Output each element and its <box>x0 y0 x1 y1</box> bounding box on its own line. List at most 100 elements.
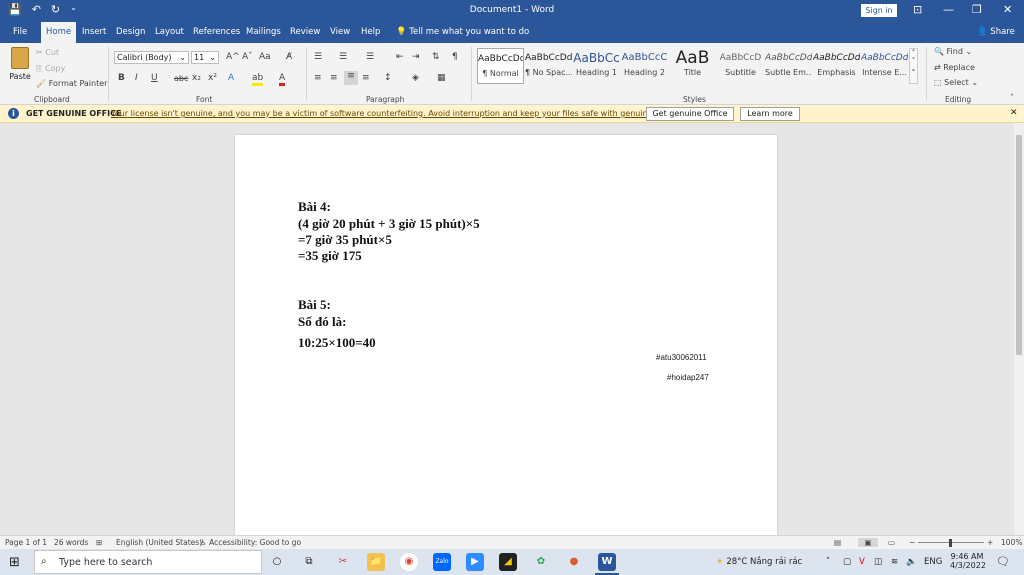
show-formatting-icon[interactable]: ¶ <box>452 52 458 62</box>
weather-widget[interactable]: ☀ 28°C Nắng rải rác <box>716 557 802 567</box>
tab-mailings[interactable]: Mailings <box>241 22 286 43</box>
windows-start-icon[interactable]: ⊞ <box>9 555 20 570</box>
format-painter-button[interactable]: 🖌 Format Painter <box>36 79 107 88</box>
styles-gallery-scroll[interactable]: ˄ ˅ ⌄ <box>909 48 918 84</box>
highlight-icon[interactable]: ab <box>252 73 264 86</box>
tab-design[interactable]: Design <box>111 22 150 43</box>
get-genuine-office-button[interactable]: Get genuine Office <box>646 107 734 121</box>
select-button[interactable]: ⬚ Select ⌄ <box>934 78 978 87</box>
style-subtitle[interactable]: AaBbCcD Subtitle <box>717 48 764 84</box>
learn-more-button[interactable]: Learn more <box>740 107 800 121</box>
wifi-icon[interactable]: ≋ <box>891 557 898 567</box>
font-color-icon[interactable]: A <box>279 73 286 86</box>
grow-font-icon[interactable]: A^ <box>226 52 240 62</box>
justify-icon[interactable]: ≡ <box>362 73 370 83</box>
cortana-icon[interactable]: ○ <box>268 553 286 571</box>
increase-indent-icon[interactable]: ⇥ <box>412 52 420 62</box>
sticky-app-icon[interactable]: ◢ <box>499 553 517 571</box>
replace-button[interactable]: ⇄ Replace <box>934 63 975 72</box>
minimize-icon[interactable]: — <box>943 3 954 16</box>
shrink-font-icon[interactable]: Aˇ <box>242 52 253 62</box>
font-size-select[interactable]: 11 ⌄ <box>191 51 219 64</box>
style-intense-emphasis[interactable]: AaBbCcDd Intense E... <box>861 48 908 84</box>
ribbon-display-icon[interactable]: ⊡ <box>913 3 922 16</box>
tray-app-icon[interactable]: ◫ <box>874 557 882 567</box>
close-icon[interactable]: ✕ <box>1003 3 1012 16</box>
copy-button[interactable]: ⎘ Copy <box>36 64 65 74</box>
restore-icon[interactable]: ❐ <box>972 3 982 16</box>
style-normal[interactable]: AaBbCcDd ¶ Normal <box>477 48 524 84</box>
zoom-level[interactable]: 100% <box>1001 538 1022 547</box>
accessibility-status[interactable]: ♿ Accessibility: Good to go <box>200 538 301 547</box>
zoom-slider-thumb[interactable] <box>949 539 952 547</box>
bullets-icon[interactable]: ☰ <box>314 52 322 62</box>
word-count[interactable]: 26 words <box>54 538 88 547</box>
coccoc-icon[interactable]: ✿ <box>532 553 550 571</box>
tab-review[interactable]: Review <box>285 22 325 43</box>
notice-message-link[interactable]: Your license isn't genuine, and you may … <box>111 109 705 118</box>
zoom-app-icon[interactable]: ▶ <box>466 553 484 571</box>
word-app-icon[interactable]: W <box>598 553 616 571</box>
shading-icon[interactable]: ◈ <box>412 73 419 83</box>
paste-button[interactable]: Paste <box>8 47 32 87</box>
style-subtle-emphasis[interactable]: AaBbCcDd Subtle Em... <box>765 48 812 84</box>
clock[interactable]: 9:46 AM 4/3/2022 <box>950 552 986 570</box>
align-left-icon[interactable]: ≡ <box>314 73 322 83</box>
text-effects-icon[interactable]: A <box>228 73 234 83</box>
clear-format-icon[interactable]: A̸ <box>286 52 292 62</box>
scrollbar-thumb[interactable] <box>1016 135 1022 355</box>
tab-view[interactable]: View <box>325 22 355 43</box>
numbering-icon[interactable]: ☰ <box>339 52 347 62</box>
italic-button[interactable]: I <box>135 73 138 83</box>
subscript-button[interactable]: x₂ <box>192 73 201 83</box>
style-emphasis[interactable]: AaBbCcDd Emphasis <box>813 48 860 84</box>
bold-button[interactable]: B <box>118 73 125 83</box>
taskbar-search-box[interactable]: ⌕ Type here to search <box>34 550 262 574</box>
web-layout-icon[interactable]: ▭ <box>888 538 895 547</box>
read-mode-icon[interactable]: ▤ <box>834 538 841 547</box>
tell-me-search[interactable]: 💡 Tell me what you want to do <box>396 22 529 43</box>
font-name-select[interactable]: Calibri (Body) ⌄ <box>114 51 189 64</box>
share-button[interactable]: 👤 Share <box>977 22 1015 43</box>
tab-help[interactable]: Help <box>356 22 385 43</box>
strikethrough-button[interactable]: abc <box>174 74 188 83</box>
style-heading-2[interactable]: AaBbCcC Heading 2 <box>621 48 668 84</box>
tab-references[interactable]: References <box>188 22 245 43</box>
zoom-in-icon[interactable]: + <box>987 538 993 547</box>
line-spacing-icon[interactable]: ↕ <box>384 73 392 83</box>
antivirus-icon[interactable]: V <box>859 557 865 567</box>
multilevel-list-icon[interactable]: ☰ <box>366 52 374 62</box>
sort-icon[interactable]: ⇅ <box>432 52 440 62</box>
zalo-icon[interactable]: Zalo <box>433 553 451 571</box>
cut-button[interactable]: ✂ Cut <box>36 48 59 57</box>
notification-center-icon[interactable]: 🗨 <box>996 555 1010 568</box>
input-language[interactable]: ENG <box>924 557 942 567</box>
tray-app-icon[interactable]: ▢ <box>843 557 851 567</box>
firefox-icon[interactable]: ● <box>565 553 583 571</box>
decrease-indent-icon[interactable]: ⇤ <box>396 52 404 62</box>
proofing-icon[interactable]: ⊞ <box>96 538 102 547</box>
tab-home[interactable]: Home <box>41 22 77 43</box>
tab-layout[interactable]: Layout <box>150 22 189 43</box>
file-explorer-icon[interactable]: 📁 <box>367 553 385 571</box>
style-title[interactable]: AaB Title <box>669 48 716 84</box>
document-page[interactable]: Bài 4: (4 giờ 20 phút + 3 giờ 15 phút)×5… <box>235 135 777 535</box>
tab-insert[interactable]: Insert <box>77 22 111 43</box>
sign-in-button[interactable]: Sign in <box>861 4 897 17</box>
tab-file[interactable]: File <box>8 22 32 43</box>
vertical-scrollbar[interactable] <box>1014 123 1024 535</box>
superscript-button[interactable]: x² <box>208 73 217 83</box>
snipping-tool-icon[interactable]: ✂ <box>334 553 352 571</box>
close-icon[interactable]: ✕ <box>1010 108 1018 118</box>
volume-icon[interactable]: 🔈 <box>906 557 917 567</box>
style-no-spacing[interactable]: AaBbCcDd ¶ No Spac... <box>525 48 572 84</box>
style-heading-1[interactable]: AaBbCc Heading 1 <box>573 48 620 84</box>
task-view-icon[interactable]: ⧉ <box>300 553 318 571</box>
show-hidden-icons-icon[interactable]: ˄ <box>826 557 830 567</box>
page-count[interactable]: Page 1 of 1 <box>5 538 47 547</box>
align-center-icon[interactable]: ≡ <box>330 73 338 83</box>
print-layout-icon[interactable]: ▣ <box>858 538 878 547</box>
change-case-icon[interactable]: Aa <box>259 52 271 62</box>
align-right-icon[interactable]: ≡ <box>344 71 358 85</box>
underline-button[interactable]: U <box>151 73 158 83</box>
